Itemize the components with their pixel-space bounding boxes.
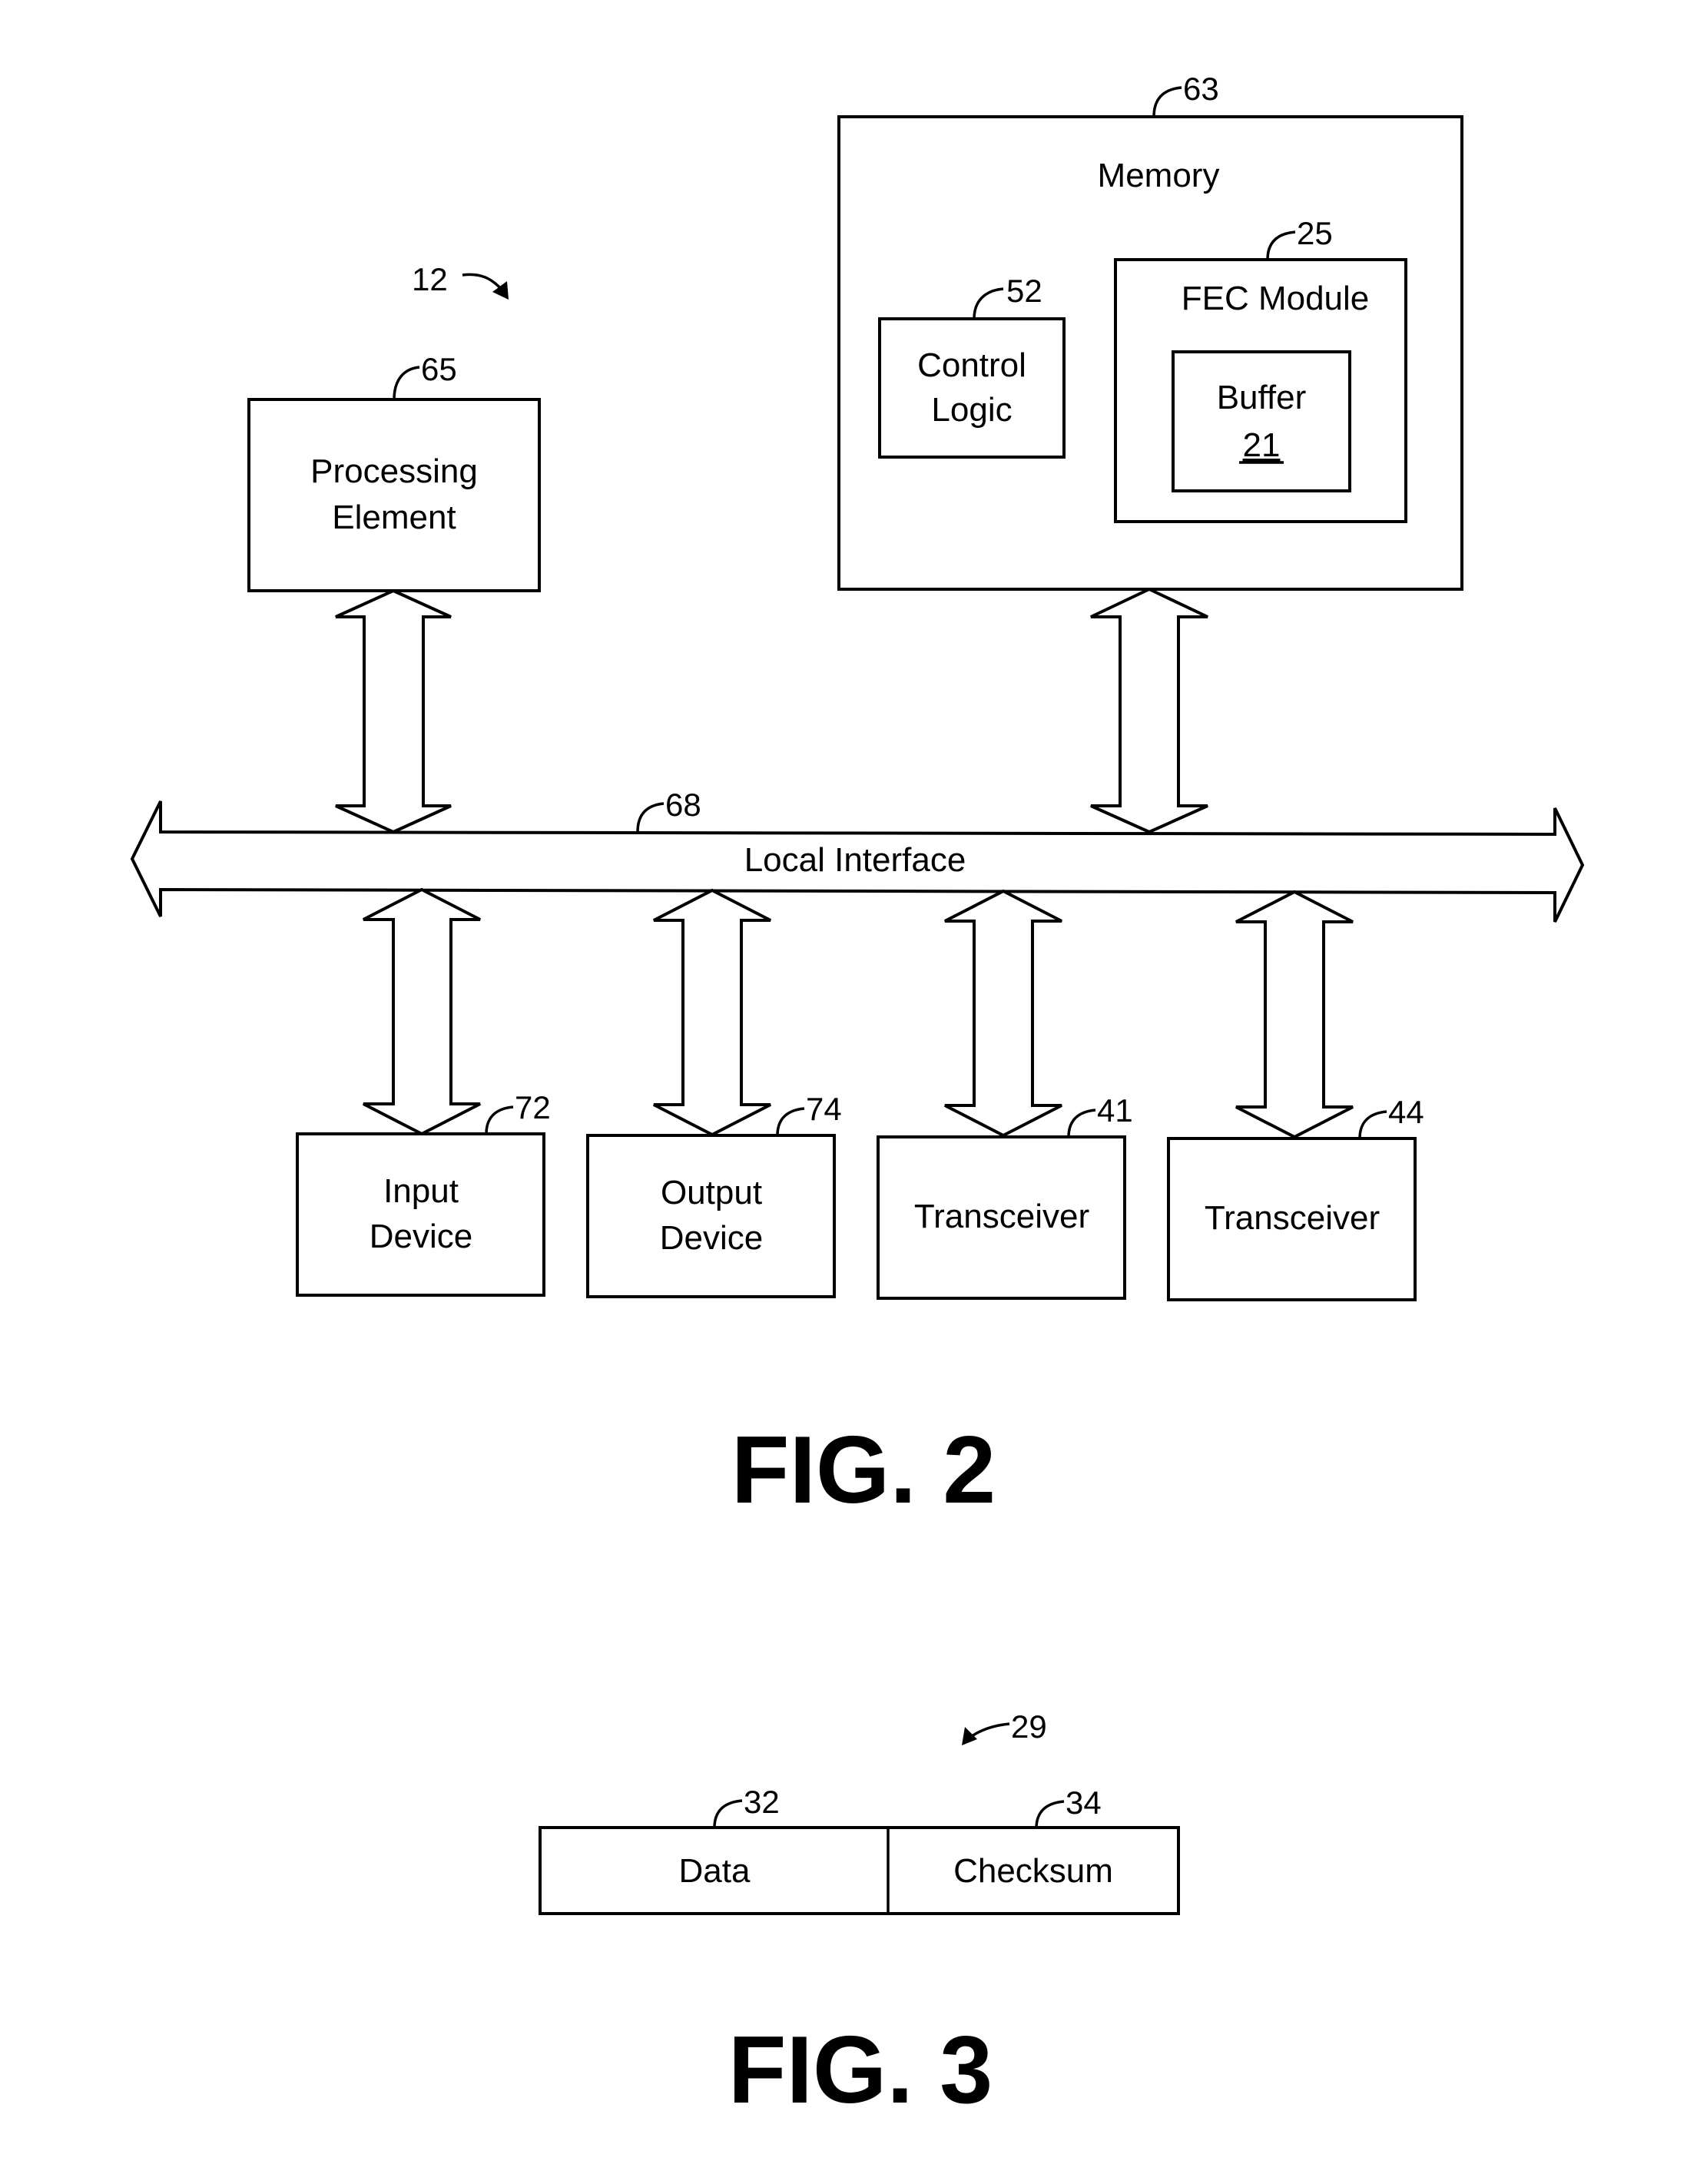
packet: Data Checksum 32 34 xyxy=(539,1784,1180,1915)
ref-label-29: 29 xyxy=(1011,1708,1047,1745)
ref-label-41: 41 xyxy=(1097,1092,1133,1128)
leader-72 xyxy=(485,1105,514,1135)
output-device-box xyxy=(586,1134,836,1298)
transceiver-41-label: Transceiver xyxy=(914,1198,1089,1235)
ref-label-65: 65 xyxy=(421,351,457,387)
packet-ref-29: 29 xyxy=(962,1708,1047,1745)
transceiver-44-double-arrow xyxy=(1235,890,1354,1139)
ref-arrow-icon xyxy=(968,1722,1010,1739)
buffer-label: Buffer xyxy=(1217,379,1307,416)
control-logic-box xyxy=(878,317,1066,459)
ref-label-25: 25 xyxy=(1297,215,1333,251)
patent-figures: 12 Processing Element 65 Memory 63 Contr… xyxy=(130,71,1585,2123)
control-logic-label-1: Control xyxy=(917,346,1026,384)
ref-label-32: 32 xyxy=(744,1784,780,1820)
output-device-label-1: Output xyxy=(661,1174,762,1211)
leader-65 xyxy=(393,366,420,400)
leader-41 xyxy=(1067,1109,1096,1138)
output-device-label-2: Device xyxy=(660,1219,764,1257)
leader-68 xyxy=(636,802,665,833)
transceiver-41-double-arrow xyxy=(944,889,1062,1138)
ref-label-52: 52 xyxy=(1006,273,1042,309)
leader-34 xyxy=(1035,1800,1065,1829)
ref-label-72: 72 xyxy=(515,1089,551,1125)
checksum-field-label: Checksum xyxy=(953,1852,1113,1890)
leader-32 xyxy=(713,1799,743,1828)
ref-label-63: 63 xyxy=(1183,71,1219,107)
transceiver-44-label: Transceiver xyxy=(1205,1199,1380,1237)
fig3: 29 Data Checksum 32 34 FIG. 3 xyxy=(539,1708,1180,2123)
system-ref-12: 12 xyxy=(412,261,509,300)
fig2-caption: FIG. 2 xyxy=(731,1417,996,1523)
input-device-label-1: Input xyxy=(383,1172,459,1210)
ref-arrow-icon xyxy=(462,273,504,292)
leader-74 xyxy=(776,1107,805,1136)
input-device-label-2: Device xyxy=(370,1218,473,1255)
fec-module-label: FEC Module xyxy=(1182,280,1370,317)
output-device-double-arrow xyxy=(653,888,771,1137)
processing-element-block: Processing Element 65 xyxy=(247,351,541,592)
ref-label-74: 74 xyxy=(806,1091,842,1127)
fig3-caption: FIG. 3 xyxy=(728,2017,993,2123)
processing-element-label-1: Processing xyxy=(310,452,478,490)
leader-63 xyxy=(1152,86,1182,118)
input-device-double-arrow xyxy=(363,887,481,1136)
leader-44 xyxy=(1358,1110,1387,1139)
memory-bus-double-arrow xyxy=(1090,587,1208,834)
ref-label-44: 44 xyxy=(1388,1094,1424,1130)
ref-label-12: 12 xyxy=(412,261,448,297)
input-device-box xyxy=(296,1132,545,1297)
ref-label-68: 68 xyxy=(665,787,701,823)
processing-element-label-2: Element xyxy=(332,499,456,536)
buffer-box xyxy=(1172,350,1351,492)
control-logic-label-2: Logic xyxy=(931,391,1012,429)
ref-arrowhead-icon xyxy=(962,1727,977,1745)
ref-label-34: 34 xyxy=(1066,1785,1102,1821)
buffer-ref: 21 xyxy=(1243,426,1281,464)
fig2: 12 Processing Element 65 Memory 63 Contr… xyxy=(130,71,1585,1523)
memory-label: Memory xyxy=(1098,157,1220,194)
data-field-label: Data xyxy=(679,1852,751,1890)
processing-element-box xyxy=(247,398,541,592)
local-interface-label: Local Interface xyxy=(744,841,966,879)
memory-block: Memory 63 Control Logic 52 FEC Module 25… xyxy=(837,71,1463,591)
processing-bus-double-arrow xyxy=(335,588,452,834)
